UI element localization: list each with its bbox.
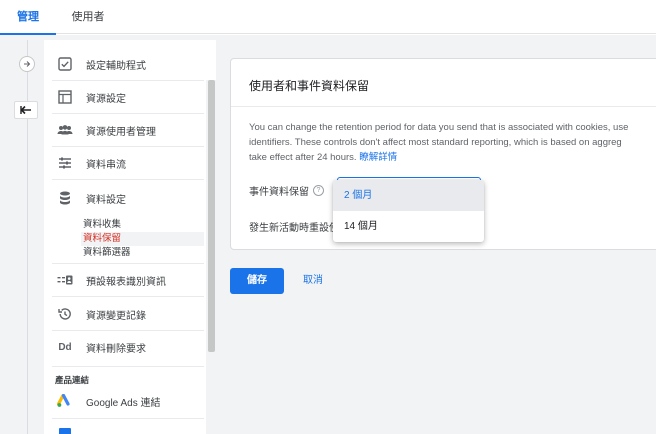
event-retention-label-text: 事件資料保留 <box>249 187 309 198</box>
rail-step-circle[interactable] <box>19 56 35 72</box>
admin-nav-panel: 設定輔助程式 資源設定 資源使用者管理 資料串流 資料設定 資料收集 資料保留 … <box>44 40 216 434</box>
arrow-right-icon <box>24 61 31 67</box>
nav-item-property-settings[interactable]: 資源設定 <box>52 81 204 113</box>
nav-item-data-deletion[interactable]: Dd 資料刪除要求 <box>52 331 204 363</box>
desc-line-1: You can change the retention period for … <box>249 122 629 133</box>
tab-users[interactable]: 使用者 <box>56 0 120 34</box>
card-divider <box>231 106 656 107</box>
nav-item-data-settings[interactable]: 資料設定 <box>52 182 204 214</box>
rail-line <box>27 40 28 434</box>
nav-item-reporting-identity[interactable]: 預設報表識別資訊 <box>52 264 204 296</box>
cancel-button[interactable]: 取消 <box>296 268 330 294</box>
nav-divider <box>52 296 204 297</box>
nav-item-change-history[interactable]: 資源變更記錄 <box>52 298 204 330</box>
dd-icon: Dd <box>58 341 72 353</box>
nav-divider <box>52 179 204 180</box>
google-ads-icon <box>57 393 73 409</box>
nav-item-label: 資源變更記錄 <box>86 310 146 322</box>
nav-item-data-streams[interactable]: 資料串流 <box>52 147 204 179</box>
desc-line-3-text: take effect after 24 hours. <box>249 152 357 163</box>
sub-item-data-filters[interactable]: 資料篩選器 <box>81 246 204 260</box>
learn-more-link[interactable]: 瞭解詳情 <box>359 152 397 163</box>
nav-scrollbar-thumb[interactable] <box>208 80 215 352</box>
card-description: You can change the retention period for … <box>249 120 656 165</box>
property-icon <box>57 89 73 105</box>
nav-item-google-ads-link[interactable]: Google Ads 連結 <box>52 385 204 417</box>
nav-item-label: 資源使用者管理 <box>86 126 156 138</box>
desc-line-3: take effect after 24 hours. 瞭解詳情 <box>249 150 656 165</box>
nav-item-property-access[interactable]: 資源使用者管理 <box>52 114 204 146</box>
nav-item-label: 資源設定 <box>86 93 126 105</box>
nav-divider <box>52 366 204 367</box>
nav-item-label: 資料設定 <box>86 194 126 206</box>
sub-item-data-retention[interactable]: 資料保留 <box>81 232 204 246</box>
event-retention-label: 事件資料保留 ? <box>249 183 324 198</box>
database-icon <box>57 190 73 206</box>
help-icon[interactable]: ? <box>313 185 324 196</box>
desc-line-2: identifiers. These controls don't affect… <box>249 137 622 148</box>
save-button[interactable]: 儲存 <box>230 268 284 294</box>
nav-item-label: Google Ads 連結 <box>86 397 161 409</box>
nav-item-label: 預設報表識別資訊 <box>86 276 166 288</box>
identity-icon <box>57 272 73 288</box>
nav-item-setup-assistant[interactable]: 設定輔助程式 <box>52 48 204 80</box>
top-tab-bar: 管理 使用者 <box>0 0 656 35</box>
next-item-icon-partial <box>59 428 71 434</box>
people-icon <box>57 122 73 138</box>
back-button[interactable] <box>14 101 38 119</box>
checkbox-icon <box>57 56 73 72</box>
nav-divider <box>52 418 204 419</box>
history-icon <box>57 306 73 322</box>
nav-item-label: 設定輔助程式 <box>86 60 146 72</box>
nav-item-label: 資料刪除要求 <box>86 343 146 355</box>
reset-on-activity-label: 發生新活動時重設使 <box>249 223 339 234</box>
dropdown-option-2-months[interactable]: 2 個月 <box>333 180 484 211</box>
retention-dropdown-menu: 2 個月 14 個月 <box>333 180 484 242</box>
dropdown-option-14-months[interactable]: 14 個月 <box>333 211 484 242</box>
tab-admin[interactable]: 管理 <box>0 0 56 35</box>
sub-item-data-collection[interactable]: 資料收集 <box>81 218 204 232</box>
streams-icon <box>57 155 73 171</box>
back-arrow-icon <box>20 105 31 115</box>
nav-item-label: 資料串流 <box>86 159 126 171</box>
card-title: 使用者和事件資料保留 <box>249 79 370 93</box>
